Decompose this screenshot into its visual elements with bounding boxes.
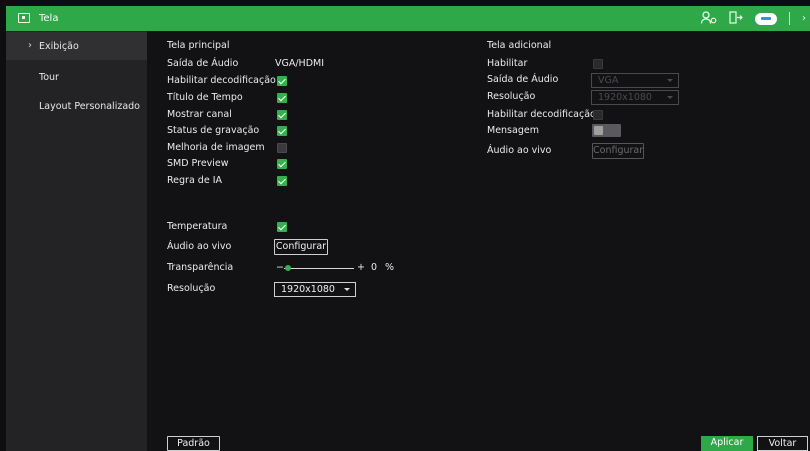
sidebar-item-layout-personalizado[interactable]: Layout Personalizado: [6, 92, 147, 120]
logout-icon[interactable]: [729, 11, 743, 26]
chevron-down-icon: [344, 288, 350, 291]
audio-output-label: Saída de Áudio: [167, 58, 239, 69]
main-screen-header: Tela principal: [167, 40, 230, 51]
title-bar: Tela ›: [6, 6, 810, 31]
record-status-checkbox[interactable]: [277, 126, 287, 136]
image-enhance-label: Melhoria de imagem: [167, 142, 265, 153]
audio-output-value: VGA/HDMI: [275, 58, 325, 69]
sidebar-item-exibicao[interactable]: › Exibição: [6, 32, 147, 60]
time-title-label: Título de Tempo: [167, 92, 243, 103]
extra-enable-checkbox[interactable]: [593, 59, 603, 69]
decoding-checkbox[interactable]: [277, 76, 287, 86]
toggle-knob: [594, 126, 603, 135]
sidebar-item-label: Exibição: [39, 40, 79, 52]
cloud-icon[interactable]: [755, 12, 777, 25]
sidebar-item-label: Tour: [39, 71, 59, 83]
decoding-label: Habilitar decodificação: [167, 75, 276, 86]
extra-resolution-label: Resolução: [487, 91, 536, 102]
ai-rule-label: Regra de IA: [167, 175, 222, 186]
sidebar: › Exibição Tour Layout Personalizado: [6, 31, 147, 451]
title-bar-icons: ›: [700, 6, 810, 31]
live-audio-label: Áudio ao vivo: [167, 241, 232, 252]
chevron-down-icon: [667, 79, 673, 82]
extra-live-audio-configure-button[interactable]: Configurar: [592, 143, 644, 159]
extra-audio-output-select[interactable]: VGA: [591, 73, 679, 88]
live-audio-configure-button[interactable]: Configurar: [274, 239, 328, 255]
back-button[interactable]: Voltar: [757, 436, 808, 451]
resolution-label: Resolução: [167, 283, 216, 294]
extra-resolution-value: 1920x1080: [598, 92, 652, 103]
smd-preview-checkbox[interactable]: [277, 159, 287, 169]
temperature-label: Temperatura: [167, 221, 228, 232]
smd-preview-label: SMD Preview: [167, 158, 229, 169]
extra-audio-output-value: VGA: [598, 75, 619, 86]
show-channel-label: Mostrar canal: [167, 109, 232, 120]
ai-rule-checkbox[interactable]: [277, 176, 287, 186]
sidebar-item-label: Layout Personalizado: [39, 100, 140, 112]
extra-decoding-checkbox[interactable]: [593, 110, 603, 120]
extra-resolution-select[interactable]: 1920x1080: [591, 90, 679, 105]
extra-decoding-label: Habilitar decodificação: [487, 109, 596, 120]
transparency-label: Transparência: [167, 262, 234, 273]
extra-screen-header: Tela adicional: [487, 40, 552, 51]
extra-audio-output-label: Saída de Áudio: [487, 74, 559, 85]
transparency-unit: %: [385, 262, 395, 273]
main-panel: Tela principal Saída de Áudio VGA/HDMI H…: [147, 31, 810, 451]
default-button[interactable]: Padrão: [167, 436, 220, 451]
image-enhance-checkbox[interactable]: [277, 143, 287, 153]
extra-live-audio-label: Áudio ao vivo: [487, 145, 552, 156]
temperature-checkbox[interactable]: [277, 222, 287, 232]
chevron-down-icon: [667, 96, 673, 99]
display-icon: [18, 13, 30, 23]
transparency-plus[interactable]: +: [357, 261, 365, 275]
transparency-slider-track[interactable]: [284, 268, 354, 269]
show-channel-checkbox[interactable]: [277, 110, 287, 120]
transparency-value: 0: [371, 262, 378, 273]
chevron-right-icon: ›: [28, 40, 32, 51]
resolution-select-value: 1920x1080: [281, 284, 335, 295]
sidebar-item-tour[interactable]: Tour: [6, 63, 147, 91]
user-settings-icon[interactable]: [700, 11, 717, 26]
apply-button[interactable]: Aplicar: [701, 436, 753, 451]
window-title: Tela: [39, 13, 59, 24]
time-title-checkbox[interactable]: [277, 93, 287, 103]
expand-icon[interactable]: ›: [802, 13, 806, 24]
transparency-slider-handle[interactable]: [285, 265, 291, 271]
extra-message-toggle[interactable]: [592, 124, 621, 137]
transparency-minus[interactable]: −: [276, 261, 284, 275]
extra-enable-label: Habilitar: [487, 58, 528, 69]
extra-message-label: Mensagem: [487, 125, 539, 136]
resolution-select[interactable]: 1920x1080: [274, 282, 356, 297]
record-status-label: Status de gravação: [167, 125, 260, 136]
titlebar-divider: [789, 12, 790, 25]
